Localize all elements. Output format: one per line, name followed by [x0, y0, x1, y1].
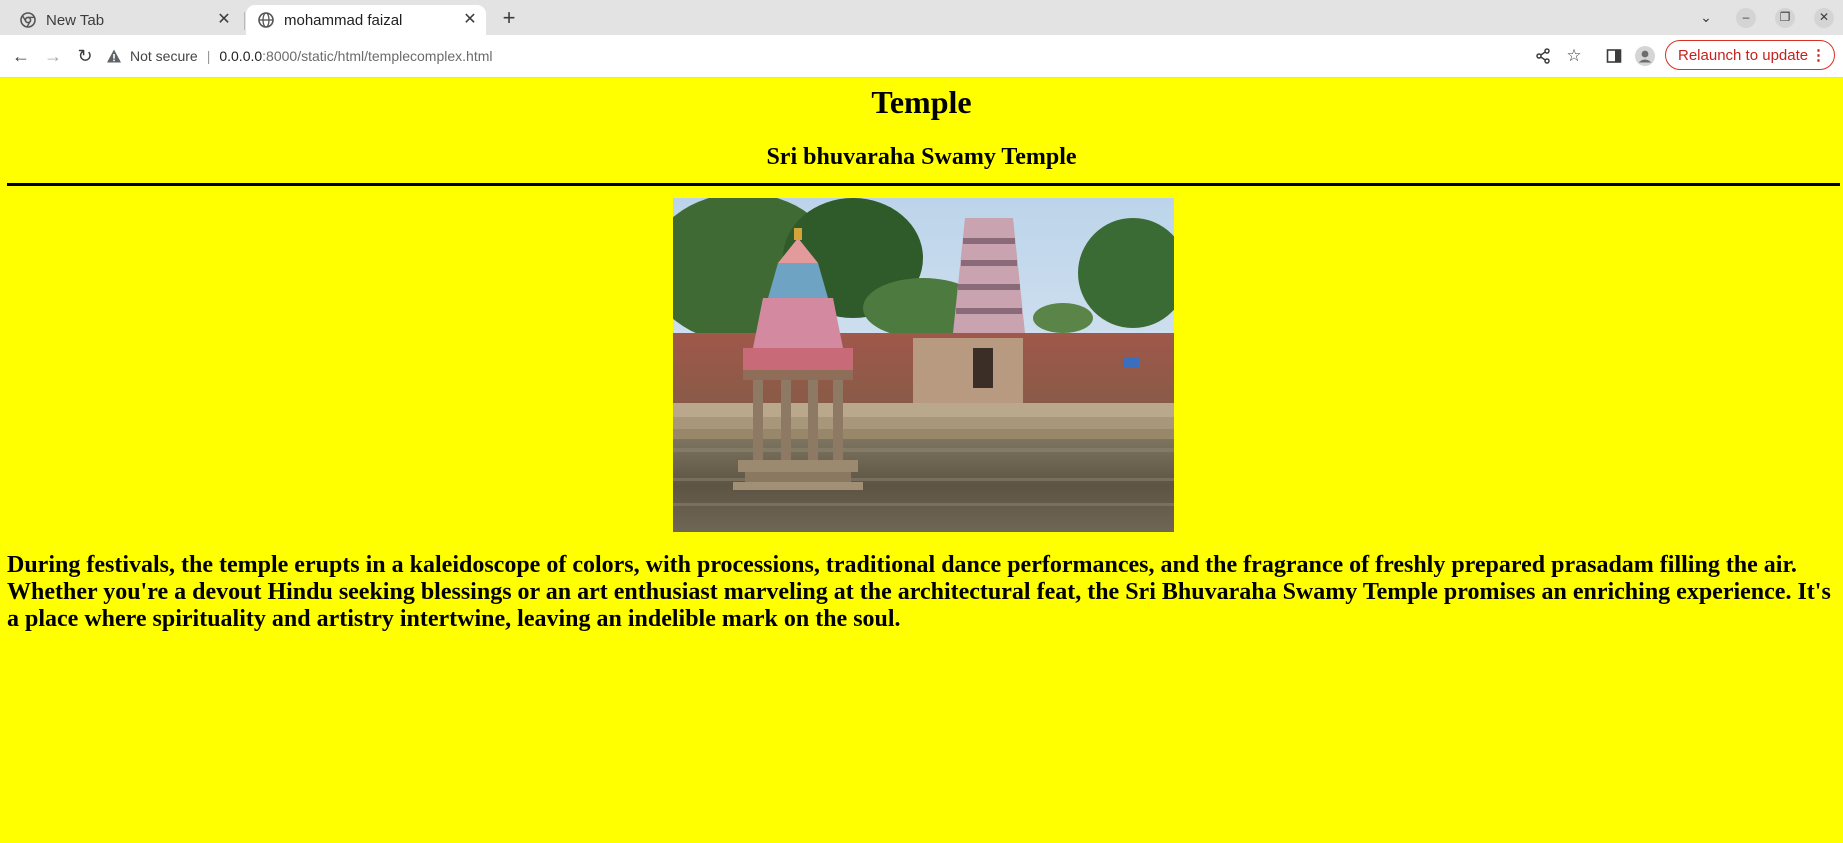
chrome-icon	[20, 12, 36, 28]
minimize-icon[interactable]: –	[1736, 8, 1756, 28]
url-host: 0.0.0.0	[219, 48, 263, 64]
relaunch-to-update-button[interactable]: Relaunch to update ⋮	[1665, 40, 1835, 70]
security-label[interactable]: Not secure	[130, 48, 198, 64]
web-page: Temple Sri bhuvaraha Swamy Temple During…	[0, 78, 1843, 843]
globe-icon	[258, 12, 274, 28]
profile-avatar-icon[interactable]	[1633, 44, 1657, 68]
browser-toolbar: ← → ↻ Not secure | 0.0.0.0:8000/static/h…	[0, 35, 1843, 78]
horizontal-rule	[7, 183, 1840, 186]
close-icon[interactable]: ✕	[460, 10, 480, 30]
description-paragraph: During festivals, the temple erupts in a…	[7, 552, 1831, 632]
new-tab-button[interactable]: +	[496, 6, 522, 32]
close-icon[interactable]: ✕	[214, 10, 234, 30]
close-window-icon[interactable]: ✕	[1814, 8, 1834, 28]
temple-image	[673, 198, 1174, 532]
tab-strip: New Tab ✕ mohammad faizal ✕ + ⌄ – ❐ ✕	[0, 0, 1843, 35]
address-bar[interactable]: Not secure | 0.0.0.0:8000/static/html/te…	[106, 40, 1546, 72]
side-panel-icon[interactable]	[1602, 44, 1626, 68]
more-options-icon: ⋮	[1811, 47, 1826, 64]
reload-icon[interactable]: ↻	[72, 43, 98, 69]
temple-photo-illustration	[673, 198, 1174, 532]
warning-icon	[107, 49, 121, 63]
tab-new-tab[interactable]: New Tab ✕	[8, 5, 240, 35]
tab-title: mohammad faizal	[284, 11, 403, 29]
relaunch-label: Relaunch to update	[1678, 46, 1809, 64]
restore-icon[interactable]: ❐	[1775, 8, 1795, 28]
share-icon[interactable]	[1531, 44, 1555, 68]
forward-arrow-icon[interactable]: →	[40, 43, 66, 69]
tab-divider	[244, 12, 245, 30]
tab-mohammad-faizal[interactable]: mohammad faizal ✕	[246, 5, 486, 35]
tab-title: New Tab	[46, 11, 105, 29]
back-arrow-icon[interactable]: ←	[8, 43, 34, 69]
tab-search-icon[interactable]: ⌄	[1694, 6, 1718, 30]
url-path: :8000/static/html/templecomplex.html	[262, 48, 493, 64]
page-subtitle: Sri bhuvaraha Swamy Temple	[766, 144, 1077, 170]
star-icon[interactable]: ☆	[1562, 44, 1586, 68]
divider: |	[206, 48, 211, 64]
page-title: Temple	[871, 84, 972, 120]
